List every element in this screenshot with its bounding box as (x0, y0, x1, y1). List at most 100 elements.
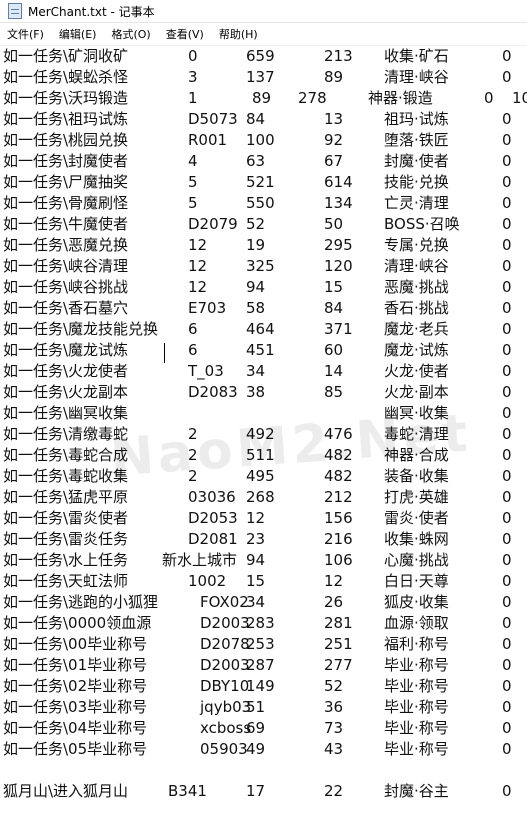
field-text: 106 (324, 551, 353, 569)
field-text: 253 (246, 635, 275, 653)
text-line: 如一任务\牛魔使者 D2079 52 50 BOSS·召唤 0 (0, 214, 527, 235)
field-text: 492 (246, 425, 275, 443)
field-text: 38 (246, 383, 266, 401)
field-text: 84 (324, 299, 344, 317)
task-path-text: 如一任务\牛魔使者 (3, 215, 129, 233)
field-text: 6 (188, 341, 198, 359)
task-path-text: 如一任务\0000领血源 (3, 614, 152, 632)
title-bar: MerChant.txt - 记事本 (0, 0, 527, 23)
field-text: 0 (502, 614, 512, 632)
field-text: 216 (324, 530, 353, 548)
task-path-text: 如一任务\封魔使者 (3, 152, 129, 170)
field-text: 火龙·使者 (384, 362, 449, 380)
task-path-text: 狐月山\进入狐月山 (3, 782, 129, 800)
menu-format[interactable]: 格式(O) (104, 26, 158, 42)
text-line: 如一任务\封魔使者 4 63 67 封魔·使者 0 (0, 151, 527, 172)
task-path-text: 如一任务\矿洞收矿 (3, 47, 129, 65)
text-line: 如一任务\蜈蚣杀怪 3 137 89 清理·峡谷 0 (0, 67, 527, 88)
field-text: 0 (502, 677, 512, 695)
field-text: 84 (246, 110, 266, 128)
field-text: 毕业·称号 (384, 656, 449, 674)
field-text: 43 (324, 740, 344, 758)
task-path-text: 如一任务\03毕业称号 (3, 698, 148, 716)
field-text: 白日·天尊 (384, 572, 449, 590)
field-text: 58 (246, 299, 266, 317)
field-text: 614 (324, 173, 353, 191)
text-line: 如一任务\01毕业称号 D2003 287 277 毕业·称号 0 (0, 655, 527, 676)
task-path-text: 如一任务\逃跑的小狐狸 (3, 593, 159, 611)
field-text: 火龙·副本 (384, 383, 449, 401)
field-text: 恶魔·挑战 (384, 278, 449, 296)
field-text: jqyb03 (200, 698, 252, 716)
field-text: DBY10 (200, 677, 250, 695)
task-path-text: 如一任务\火龙副本 (3, 383, 129, 401)
field-text: 482 (324, 446, 353, 464)
task-path-text: 如一任务\香石墓穴 (3, 299, 129, 317)
field-text: 281 (324, 614, 353, 632)
field-text: 亡灵·清理 (384, 194, 449, 212)
text-editor-area[interactable]: NaoM2.Net 如一任务\矿洞收矿 0 659 213 收集·矿石 0 如一任务\蜈蚣杀… (0, 46, 527, 819)
field-text: 毕业·称号 (384, 698, 449, 716)
text-line: 如一任务\04毕业称号 xcboss 69 73 毕业·称号 0 (0, 718, 527, 739)
field-text: 毕业·称号 (384, 740, 449, 758)
task-path-text: 如一任务\火龙使者 (3, 362, 129, 380)
task-path-text: 如一任务\00毕业称号 (3, 635, 148, 653)
field-text: 156 (324, 509, 353, 527)
field-text: 120 (324, 257, 353, 275)
field-text: 287 (246, 656, 275, 674)
field-text: 0 (502, 719, 512, 737)
text-line: 如一任务\魔龙技能兑换 6 464 371 魔龙·老兵 0 (0, 319, 527, 340)
field-text: 0 (502, 236, 512, 254)
field-text: 371 (324, 320, 353, 338)
field-text: 1 (188, 89, 198, 107)
field-text: 打虎·英雄 (384, 488, 449, 506)
text-line: 如一任务\03毕业称号 jqyb03 51 36 毕业·称号 0 (0, 697, 527, 718)
field-text: 511 (246, 446, 275, 464)
field-text: 476 (324, 425, 353, 443)
field-text: 0 (502, 152, 512, 170)
menu-view[interactable]: 查看(V) (159, 26, 212, 42)
task-path-text: 如一任务\雷炎使者 (3, 509, 129, 527)
menu-help[interactable]: 帮助(H) (212, 26, 266, 42)
field-text: 祖玛·试炼 (384, 110, 449, 128)
field-text: 0 (502, 425, 512, 443)
field-text: 49 (246, 740, 266, 758)
field-text: BOSS·召唤 (384, 215, 460, 233)
field-text: 香石·挑战 (384, 299, 449, 317)
text-line: 如一任务\尸魔抽奖 5 521 614 技能·兑换 0 (0, 172, 527, 193)
field-text: 清理·峡谷 (384, 68, 449, 86)
field-text: D2003 (200, 614, 250, 632)
text-line: 如一任务\桃园兑换 R001 100 92 堕落·铁匠 0 (0, 130, 527, 151)
field-text: 0 (502, 215, 512, 233)
field-text: 60 (324, 341, 344, 359)
task-path-text: 如一任务\沃玛锻造 (3, 89, 129, 107)
field-text: 心魔·挑战 (384, 551, 449, 569)
text-line: 如一任务\雷炎任务 D2081 23 216 收集·蛛网 0 (0, 529, 527, 550)
text-line: 如一任务\0000领血源 D2003 283 281 血源·领取 0 (0, 613, 527, 634)
task-path-text: 如一任务\蜈蚣杀怪 (3, 68, 129, 86)
field-text: 92 (324, 131, 344, 149)
task-path-text: 如一任务\01毕业称号 (3, 656, 148, 674)
field-text: 325 (246, 257, 275, 275)
field-text: 149 (246, 677, 275, 695)
task-path-text: 如一任务\尸魔抽奖 (3, 173, 129, 191)
field-text: 装备·收集 (384, 467, 449, 485)
text-line: 如一任务\天虹法师 1002 15 12 白日·天尊 0 (0, 571, 527, 592)
field-text: 659 (246, 47, 275, 65)
field-text: 212 (324, 488, 353, 506)
field-text: 36 (324, 698, 344, 716)
task-path-text: 如一任务\魔龙技能兑换 (3, 320, 159, 338)
field-text: 12 (188, 257, 208, 275)
field-text: 雷炎·使者 (384, 509, 449, 527)
field-text: xcboss (200, 719, 252, 737)
field-text: 26 (324, 593, 344, 611)
field-text: 550 (246, 194, 275, 212)
menu-file[interactable]: 文件(F) (0, 26, 52, 42)
text-line: 如一任务\香石墓穴 E703 58 84 香石·挑战 0 (0, 298, 527, 319)
field-text: 213 (324, 47, 353, 65)
task-path-text: 如一任务\恶魔兑换 (3, 236, 129, 254)
menu-edit[interactable]: 编辑(E) (52, 26, 105, 42)
field-text: 13 (324, 110, 344, 128)
text-line: 如一任务\猛虎平原 03036 268 212 打虎·英雄 0 (0, 487, 527, 508)
field-text: 0 (484, 89, 494, 107)
